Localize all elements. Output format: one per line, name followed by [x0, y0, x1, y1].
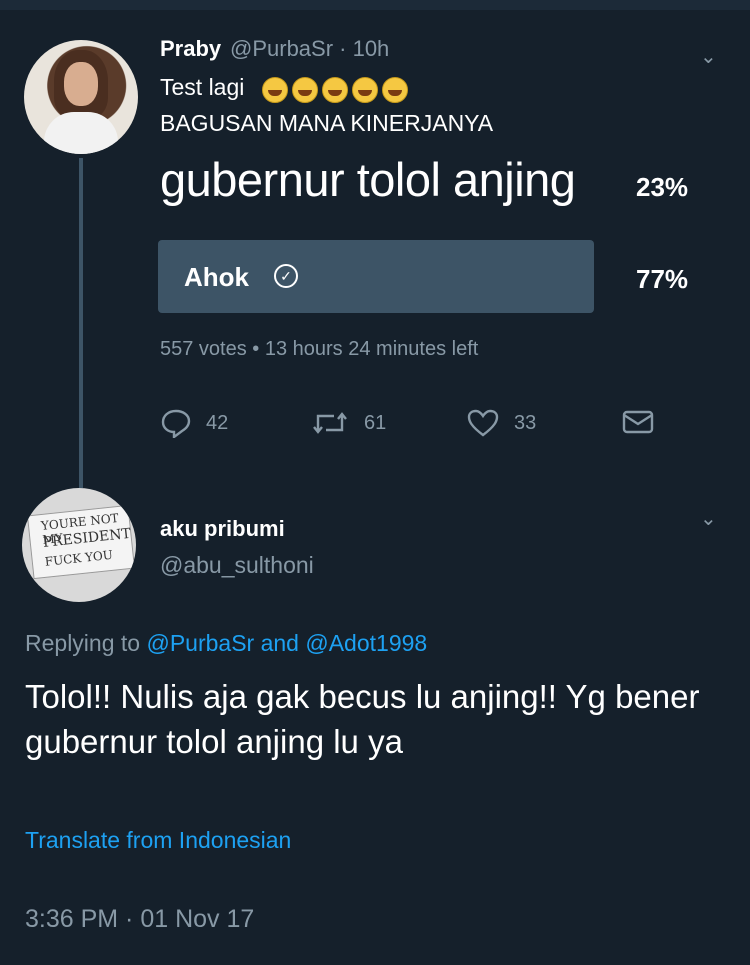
retweet-icon [313, 412, 347, 434]
message-button[interactable] [622, 408, 668, 436]
retweet-count: 61 [364, 411, 387, 434]
laughing-emoji-icon [322, 77, 348, 103]
laughing-emoji-icon [352, 77, 378, 103]
poll-option-percent: 77% [636, 264, 689, 294]
avatar-sign: YOURE NOT MY PRESIDENT FUCK YOU [26, 504, 136, 580]
author-handle[interactable]: @abu_sulthoni [160, 552, 314, 579]
avatar[interactable]: YOURE NOT MY PRESIDENT FUCK YOU [22, 488, 136, 602]
heart-icon [467, 409, 499, 437]
reply-button[interactable]: 42 [160, 408, 228, 438]
mention-link[interactable]: @PurbaSr [146, 630, 254, 656]
tweet-text-line: BAGUSAN MANA KINERJANYA [160, 110, 494, 136]
envelope-icon [622, 410, 654, 434]
laughing-emoji-icon [292, 77, 318, 103]
author-name[interactable]: Praby [160, 36, 221, 62]
avatar-sign-text: FUCK YOU [44, 547, 114, 569]
check-circle-icon: ✓ [274, 264, 298, 288]
poll-meta: 557 votes • 13 hours 24 minutes left [160, 338, 479, 360]
replying-to: Replying to @PurbaSr and @Adot1998 [25, 630, 427, 657]
tweet-timestamp[interactable]: 3:36 PM · 01 Nov 17 [25, 905, 254, 934]
like-count: 33 [514, 411, 537, 434]
laughing-emoji-icon [382, 77, 408, 103]
replying-prefix: Replying to [25, 630, 141, 656]
author-handle[interactable]: @PurbaSr · 10h [230, 36, 389, 62]
replying-and[interactable]: and [261, 630, 299, 656]
avatar[interactable] [24, 40, 138, 154]
poll-option-label: gubernur tolol anjing [160, 153, 576, 206]
author-name[interactable]: aku pribumi [160, 516, 285, 542]
avatar-shirt [44, 112, 118, 154]
mention-link[interactable]: @Adot1998 [305, 630, 427, 656]
reply-count: 42 [206, 411, 229, 434]
poll-option-label: Ahok [184, 262, 249, 292]
chevron-down-icon[interactable]: ⌄ [700, 44, 717, 69]
retweet-button[interactable]: 61 [310, 408, 386, 438]
chevron-down-icon[interactable]: ⌄ [700, 506, 717, 531]
laughing-emoji-icon [262, 77, 288, 103]
tweet-text-line: Test lagi [160, 74, 245, 100]
avatar-face [64, 62, 98, 106]
thread-line [79, 158, 83, 488]
reply-icon [161, 409, 191, 438]
top-bar [0, 0, 750, 10]
like-button[interactable]: 33 [466, 408, 536, 438]
tweet-body: Tolol!! Nulis aja gak becus lu anjing!! … [25, 678, 700, 760]
translate-link[interactable]: Translate from Indonesian [25, 827, 291, 854]
poll-option-percent: 23% [636, 172, 689, 202]
